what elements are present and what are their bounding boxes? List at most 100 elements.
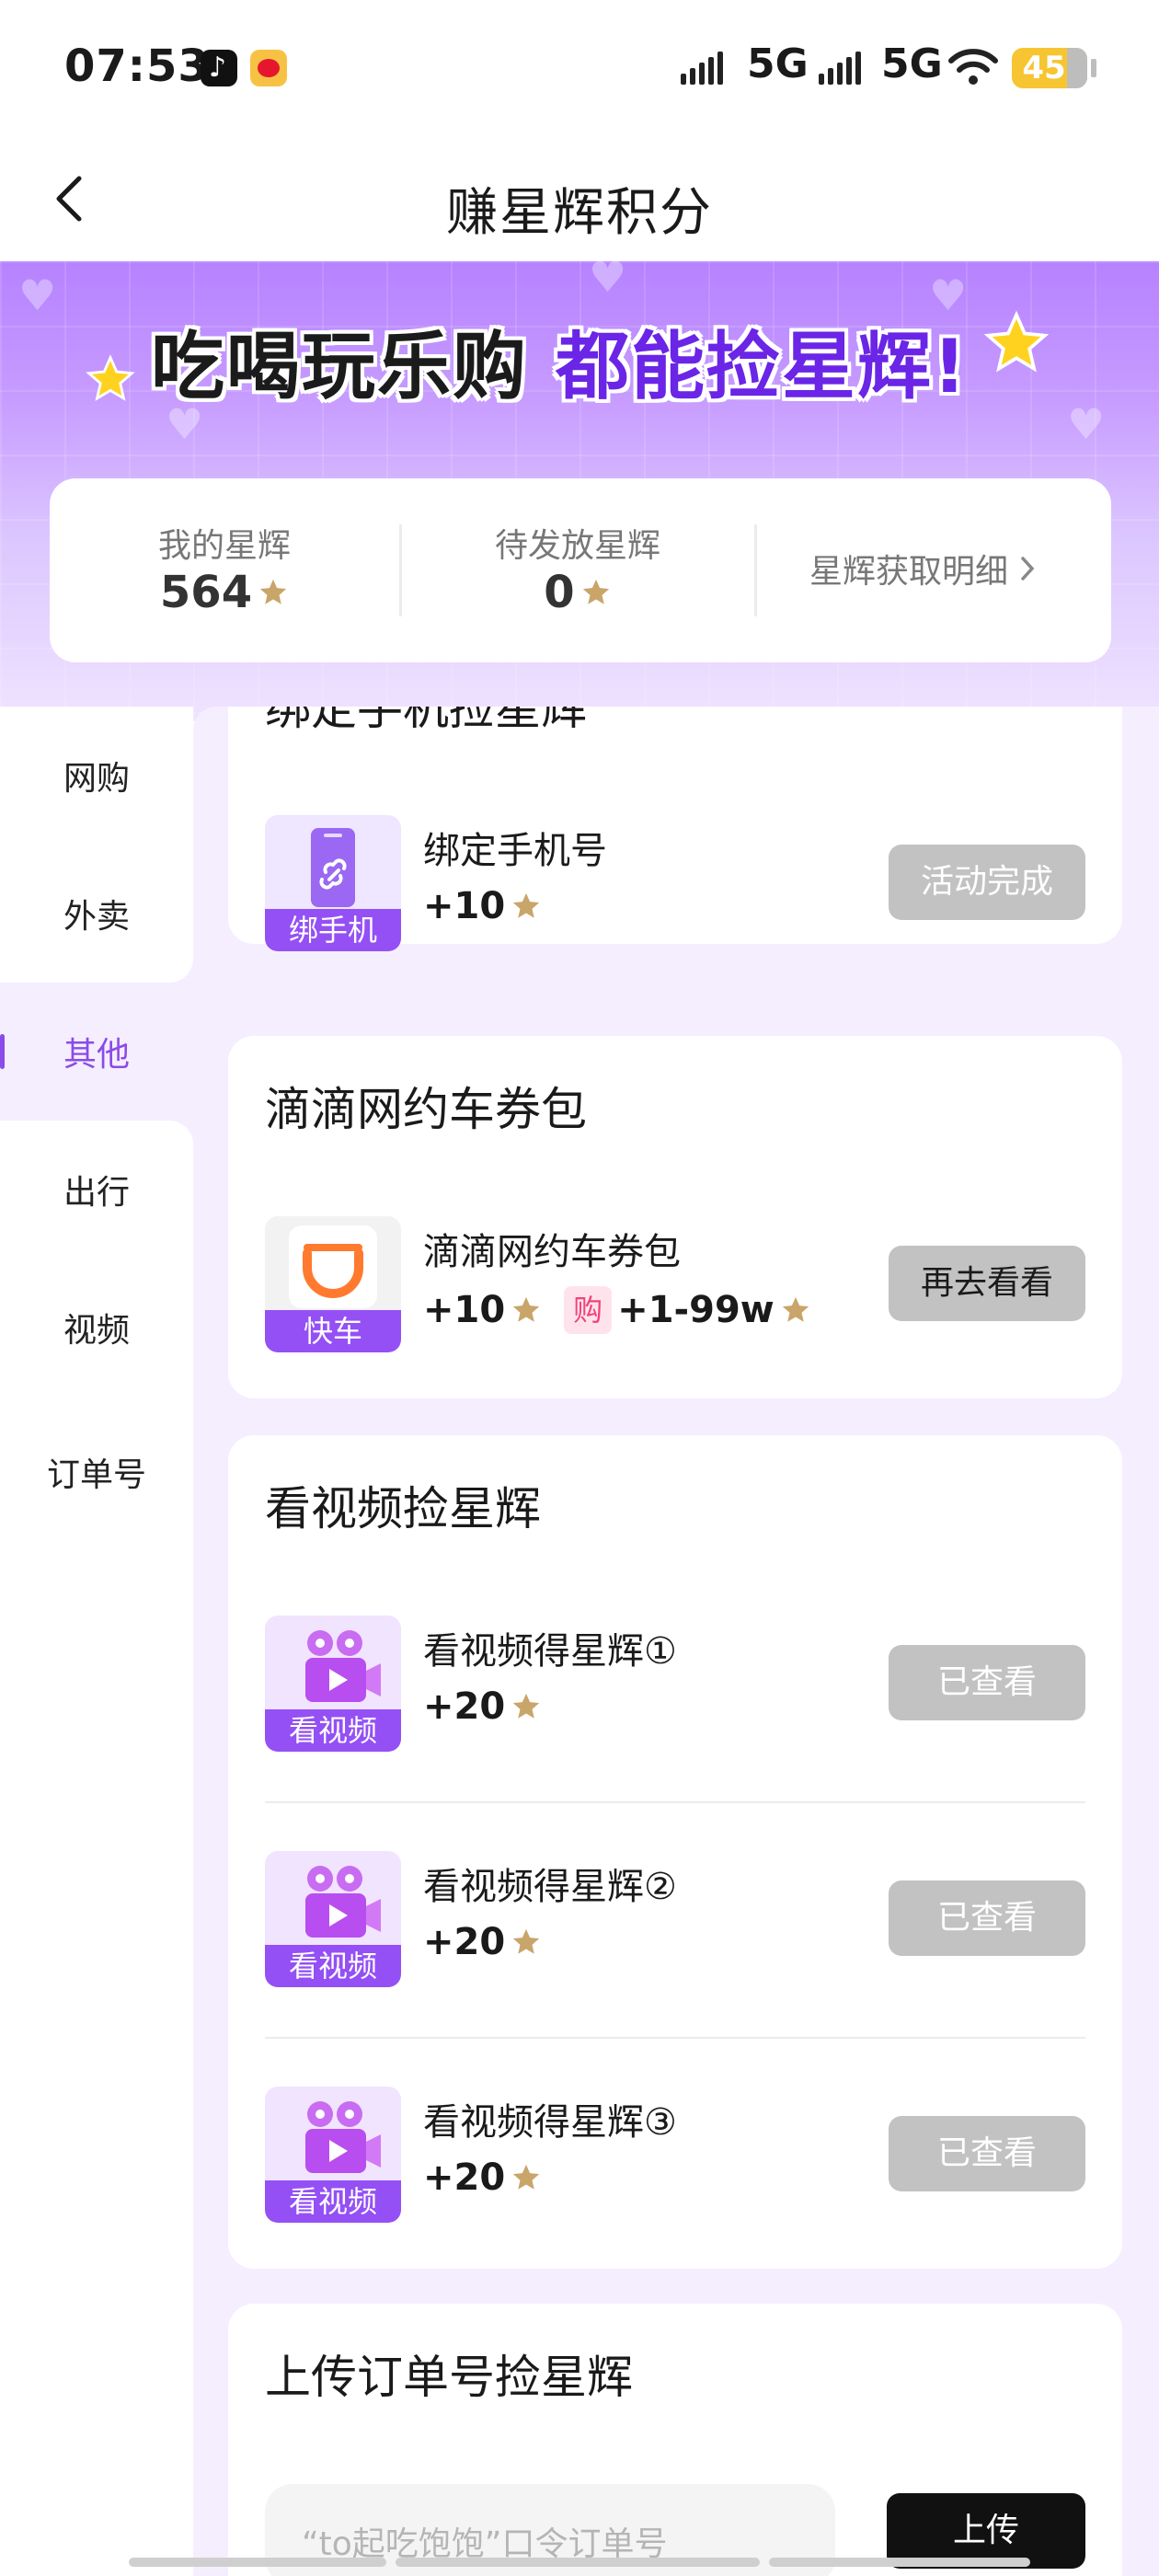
- star-icon: [983, 310, 1050, 373]
- heart-icon: ♥: [18, 270, 57, 320]
- sidebar-item-label: 视频: [63, 1312, 130, 1350]
- sidebar-item-label: 外卖: [63, 898, 130, 936]
- section-title: 看视频捡星辉: [265, 1482, 541, 1535]
- points-detail-label: 星辉获取明细: [809, 553, 1009, 591]
- divider: [399, 524, 402, 616]
- sidebar-item-travel[interactable]: 出行: [0, 1121, 193, 1259]
- video-camera-icon: [305, 2101, 381, 2173]
- reward-value: +10: [423, 1289, 506, 1331]
- network-label: 5G: [747, 40, 809, 87]
- video-task-icon: 看视频: [265, 2087, 401, 2223]
- task-name: 看视频得星辉③: [423, 2101, 677, 2144]
- didi-logo-icon: [289, 1225, 377, 1308]
- video-task-icon: 看视频: [265, 1616, 401, 1752]
- slogan-part1: 吃喝玩乐购: [151, 324, 528, 409]
- sidebar-item-label: 出行: [63, 1174, 130, 1212]
- task-row-didi: 快车 滴滴网约车券包 +10 购 +1-99w 再去看看: [265, 1216, 1085, 1354]
- my-points-value: 564: [159, 567, 253, 618]
- heart-icon: ♥: [1067, 399, 1106, 449]
- section-title: 滴滴网约车券包: [265, 1083, 587, 1136]
- task-row-video-3: 看视频 看视频得星辉③ +20 已查看: [265, 2087, 1085, 2225]
- sidebar-item-other[interactable]: 其他: [0, 983, 193, 1121]
- row-divider: [265, 1801, 1085, 1803]
- sidebar-item-label: 其他: [63, 1036, 130, 1074]
- sidebar-item-video[interactable]: 视频: [0, 1259, 193, 1397]
- video-task-icon: 看视频: [265, 1851, 401, 1987]
- task-icon-tag: 快车: [265, 1310, 401, 1352]
- star-icon: [259, 579, 287, 604]
- task-reward: +20: [423, 1685, 542, 1728]
- status-time: 07:53: [64, 40, 210, 92]
- task-icon-tag: 看视频: [265, 1709, 401, 1752]
- weibo-icon: [250, 50, 287, 86]
- buy-chip: 购: [564, 1286, 613, 1334]
- sidebar-item-label: 网购: [63, 760, 130, 798]
- video-camera-icon: [305, 1630, 381, 1702]
- star-icon: [513, 892, 540, 918]
- signal-icon: [681, 52, 723, 85]
- star-icon: [513, 1296, 540, 1322]
- task-icon-tag: 看视频: [265, 2180, 401, 2223]
- home-indicator: [396, 2558, 760, 2567]
- upload-order-card: 上传订单号捡星辉 “to起吃饱饱”口令订单号 上传: [228, 2304, 1122, 2576]
- my-points: 我的星辉 564: [50, 478, 399, 662]
- bind-phone-card: 绑定手机捡星辉 绑手机 绑定手机号 +10 活动完成: [228, 707, 1122, 951]
- pending-points: 待发放星辉 0: [403, 478, 752, 662]
- sidebar-item-order-number[interactable]: 订单号: [0, 1397, 193, 2576]
- my-points-label: 我的星辉: [157, 527, 291, 565]
- star-icon: [513, 1693, 540, 1719]
- hero-banner: ♥ ♥ ♥ ♥ ♥ 吃喝玩乐购 都能捡星辉! 我的星辉 564 待发放星辉 0: [0, 261, 1159, 721]
- home-indicator: [769, 2558, 1030, 2567]
- didi-task-icon: 快车: [265, 1216, 401, 1352]
- task-reward: +20: [423, 1921, 542, 1963]
- task-row-video-2: 看视频 看视频得星辉② +20 已查看: [265, 1851, 1085, 1989]
- task-row-bind-phone: 绑手机 绑定手机号 +10 活动完成: [265, 815, 1085, 953]
- points-detail-link[interactable]: 星辉获取明细: [809, 545, 1038, 592]
- section-title: 上传订单号捡星辉: [265, 2351, 633, 2404]
- pending-points-label: 待发放星辉: [494, 527, 660, 565]
- top-nav: 赚星辉积分: [0, 138, 1159, 261]
- task-name: 看视频得星辉②: [423, 1866, 677, 1908]
- activity-completed-button[interactable]: 活动完成: [889, 845, 1085, 920]
- didi-card: 滴滴网约车券包 快车 滴滴网约车券包 +10 购 +1-99w 再去看看: [228, 1036, 1122, 1398]
- video-card: 看视频捡星辉 看视频 看视频得星辉① +20 已查看 看视频 看视频得星辉② +…: [228, 1435, 1122, 2269]
- banner-slogan: 吃喝玩乐购 都能捡星辉!: [151, 315, 968, 409]
- phone-task-icon: 绑手机: [265, 815, 401, 951]
- task-name: 绑定手机号: [423, 830, 607, 872]
- battery-tip: [1091, 59, 1096, 77]
- task-reward: +20: [423, 2156, 542, 2199]
- viewed-button[interactable]: 已查看: [889, 1880, 1085, 1956]
- home-indicator: [129, 2558, 386, 2567]
- reward-value: +20: [423, 1921, 506, 1963]
- star-icon: [582, 579, 609, 604]
- star-icon: [782, 1296, 809, 1322]
- slogan-part2: 都能捡星辉!: [556, 324, 969, 409]
- task-reward: +10: [423, 885, 542, 927]
- reward-value: +20: [423, 2156, 506, 2199]
- viewed-button[interactable]: 已查看: [889, 2116, 1085, 2191]
- reward-value: +20: [423, 1685, 506, 1728]
- chevron-right-icon: [1021, 557, 1035, 581]
- star-icon: [86, 354, 135, 401]
- task-row-video-1: 看视频 看视频得星辉① +20 已查看: [265, 1616, 1085, 1754]
- view-again-button[interactable]: 再去看看: [889, 1246, 1085, 1321]
- sidebar-item-takeout[interactable]: 外卖: [0, 845, 193, 983]
- signal-icon: [819, 52, 861, 85]
- section-title: 绑定手机捡星辉: [265, 707, 587, 735]
- viewed-button[interactable]: 已查看: [889, 1645, 1085, 1720]
- row-divider: [265, 2037, 1085, 2039]
- battery-level: 45: [1022, 50, 1066, 86]
- phone-icon: [311, 828, 355, 907]
- task-name: 看视频得星辉①: [423, 1630, 677, 1673]
- task-reward: +10 购 +1-99w: [423, 1286, 811, 1334]
- sidebar-item-label: 订单号: [46, 1456, 146, 1494]
- category-sidebar: 网购 外卖 其他 出行 视频 订单号: [0, 707, 193, 2576]
- star-icon: [513, 2164, 540, 2190]
- video-camera-icon: [305, 1866, 381, 1938]
- page-title: 赚星辉积分: [446, 183, 713, 243]
- divider: [754, 524, 757, 616]
- sidebar-item-online-shopping[interactable]: 网购: [0, 707, 193, 845]
- my-points-value-row: 564: [50, 567, 399, 618]
- task-icon-tag: 绑手机: [265, 909, 401, 951]
- task-list[interactable]: 绑定手机捡星辉 绑手机 绑定手机号 +10 活动完成 滴滴网约车券包 快车 滴滴…: [193, 707, 1159, 2576]
